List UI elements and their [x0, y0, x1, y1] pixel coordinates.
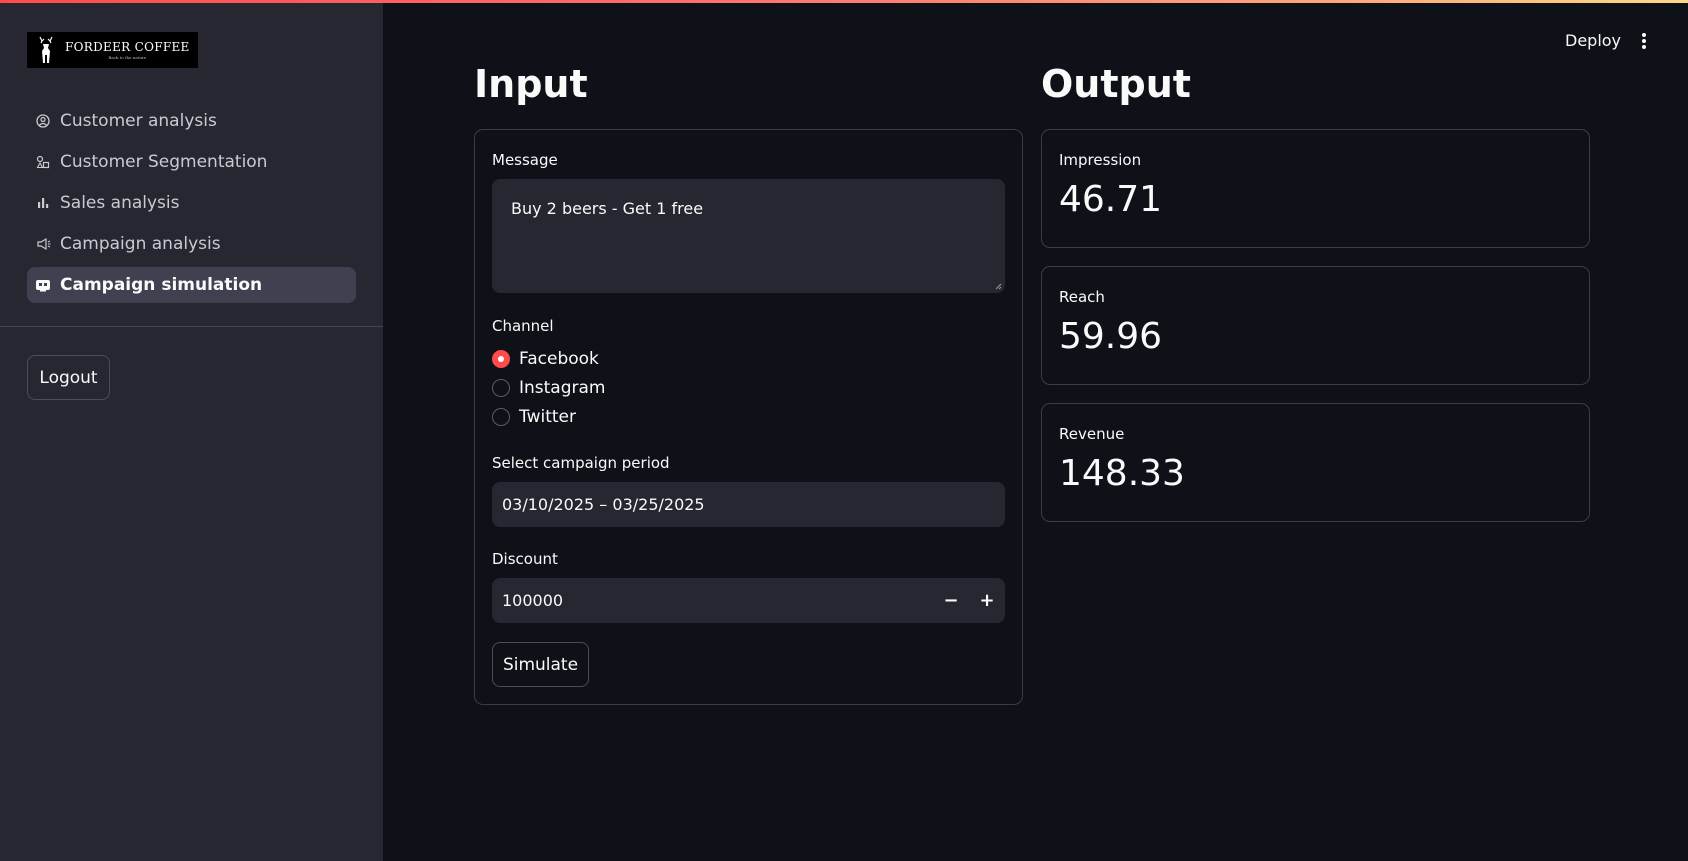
- radio-unchecked-icon[interactable]: [492, 379, 510, 397]
- discount-value[interactable]: 100000: [492, 591, 933, 610]
- sidebar-item-label: Customer Segmentation: [60, 152, 268, 172]
- sidebar-item-label: Campaign analysis: [60, 234, 221, 254]
- kebab-menu-icon[interactable]: [1637, 31, 1651, 51]
- segments-icon: [35, 154, 51, 170]
- metric-label: Revenue: [1059, 425, 1125, 443]
- sidebar-item-label: Sales analysis: [60, 193, 180, 213]
- radio-label: Twitter: [519, 407, 576, 427]
- message-label: Message: [492, 151, 558, 169]
- sidebar-item-label: Customer analysis: [60, 111, 217, 131]
- sidebar-item-customer-segmentation[interactable]: Customer Segmentation: [27, 144, 356, 180]
- discount-number-input[interactable]: 100000 − +: [492, 578, 1005, 623]
- sidebar: FORDEER COFFEE Back to the nature Custom…: [0, 0, 383, 861]
- period-label: Select campaign period: [492, 454, 670, 472]
- metric-value: 46.71: [1059, 179, 1163, 220]
- logout-button[interactable]: Logout: [27, 355, 110, 400]
- metric-value: 148.33: [1059, 453, 1185, 494]
- radio-checked-icon[interactable]: [492, 350, 510, 368]
- metric-card-reach: Reach 59.96: [1041, 266, 1590, 385]
- deploy-button[interactable]: Deploy: [1565, 31, 1621, 50]
- radio-instagram[interactable]: Instagram: [492, 378, 606, 398]
- radio-label: Facebook: [519, 349, 599, 369]
- sidebar-nav: Customer analysis Customer Segmentation …: [27, 103, 356, 308]
- brand-logo: FORDEER COFFEE Back to the nature: [27, 32, 198, 68]
- decrement-button[interactable]: −: [933, 578, 969, 623]
- brand-tagline: Back to the nature: [108, 55, 147, 60]
- sidebar-item-campaign-analysis[interactable]: Campaign analysis: [27, 226, 356, 262]
- sidebar-item-sales-analysis[interactable]: Sales analysis: [27, 185, 356, 221]
- metric-value: 59.96: [1059, 316, 1163, 357]
- deer-logo-icon: [39, 36, 53, 63]
- output-title: Output: [1041, 62, 1191, 106]
- sidebar-item-campaign-simulation[interactable]: Campaign simulation: [27, 267, 356, 303]
- resize-handle-icon[interactable]: [994, 282, 1002, 290]
- metric-card-revenue: Revenue 148.33: [1041, 403, 1590, 522]
- sidebar-divider: [0, 326, 383, 327]
- sidebar-item-customer-analysis[interactable]: Customer analysis: [27, 103, 356, 139]
- increment-button[interactable]: +: [969, 578, 1005, 623]
- simulation-icon: [35, 277, 51, 293]
- metric-label: Impression: [1059, 151, 1142, 169]
- person-circle-icon: [35, 113, 51, 129]
- radio-label: Instagram: [519, 378, 606, 398]
- discount-label: Discount: [492, 550, 558, 568]
- radio-twitter[interactable]: Twitter: [492, 407, 576, 427]
- bar-chart-icon: [35, 195, 51, 211]
- simulate-button[interactable]: Simulate: [492, 642, 589, 687]
- message-textarea[interactable]: Buy 2 beers - Get 1 free: [492, 179, 1005, 293]
- radio-unchecked-icon[interactable]: [492, 408, 510, 426]
- top-accent-bar: [0, 0, 1688, 3]
- brand-name: FORDEER COFFEE: [65, 40, 190, 54]
- channel-label: Channel: [492, 317, 554, 335]
- sidebar-item-label: Campaign simulation: [60, 275, 263, 295]
- input-panel: Message Buy 2 beers - Get 1 free Channel…: [474, 129, 1023, 705]
- input-title: Input: [474, 62, 588, 106]
- megaphone-icon: [35, 236, 51, 252]
- metric-card-impression: Impression 46.71: [1041, 129, 1590, 248]
- metric-label: Reach: [1059, 288, 1105, 306]
- radio-facebook[interactable]: Facebook: [492, 349, 599, 369]
- date-range-input[interactable]: 03/10/2025 – 03/25/2025: [492, 482, 1005, 527]
- message-value: Buy 2 beers - Get 1 free: [511, 199, 704, 218]
